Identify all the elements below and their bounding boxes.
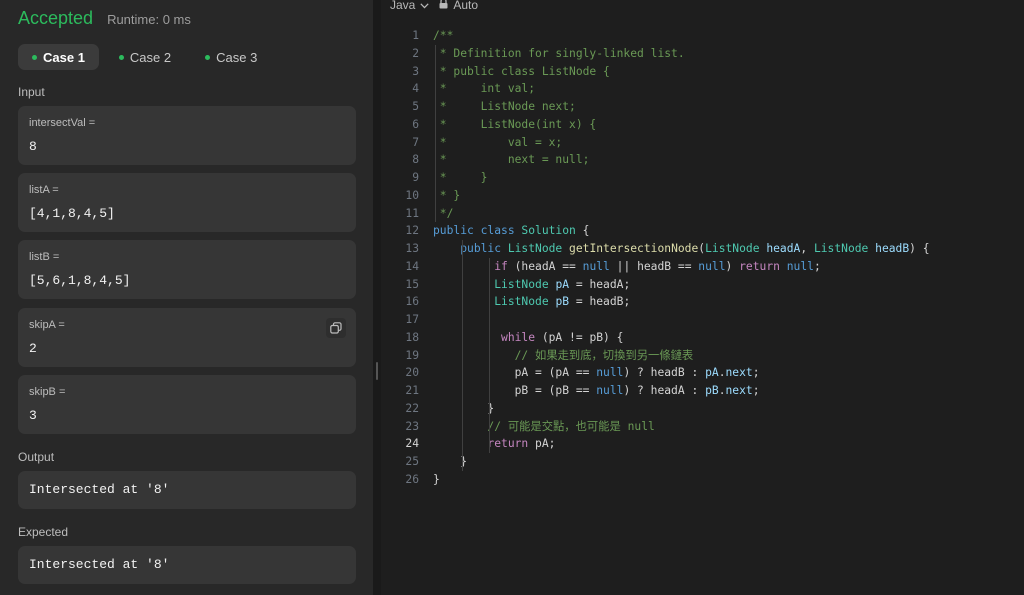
panel-resize-handle[interactable] [373, 0, 381, 595]
line-code: * int val; [433, 82, 536, 96]
param-value[interactable]: 2 [29, 341, 37, 356]
tab-label: Case 1 [43, 49, 85, 65]
case-tabs: Case 1 Case 2 Case 3 [18, 44, 271, 70]
pass-dot-icon [32, 54, 37, 60]
tab-label: Case 3 [216, 49, 258, 65]
copy-icon[interactable] [326, 318, 346, 338]
line-number: 10 [405, 188, 419, 202]
indent-guide [435, 44, 436, 223]
code-editor[interactable]: Java Auto 1 /** 2 * Definition for singly-… [381, 0, 1024, 595]
tab-case-1[interactable]: Case 1 [18, 44, 99, 70]
drag-grip-icon [376, 362, 378, 380]
param-name: skipB = [29, 386, 66, 398]
chevron-down-icon [420, 0, 429, 12]
line-number: 25 [405, 455, 419, 468]
line-number: 8 [412, 153, 419, 167]
line-code: * public class ListNode { [433, 64, 610, 78]
line-number: 16 [405, 295, 419, 309]
line-number: 17 [405, 313, 419, 326]
param-name: skipA = [29, 319, 65, 331]
line-number: 3 [412, 64, 419, 78]
param-name: listA = [29, 184, 59, 196]
output-card: Intersected at '8' [18, 471, 356, 509]
lock-icon [439, 0, 448, 12]
line-code: */ [433, 206, 454, 220]
line-number: 19 [405, 348, 419, 362]
line-number: 4 [412, 82, 419, 96]
line-code: return pA; [487, 437, 556, 451]
line-number: 15 [405, 277, 419, 291]
line-number: 12 [405, 224, 419, 238]
line-code: * next = null; [433, 153, 590, 167]
result-header: Accepted Runtime: 0 ms [18, 8, 191, 29]
line-code: public ListNode getIntersectionNode(List… [460, 242, 930, 255]
param-card-intersectval: intersectVal = 8 [18, 106, 356, 165]
line-number: 24 [405, 437, 419, 451]
param-value[interactable]: [4,1,8,4,5] [29, 206, 115, 221]
param-card-lista: listA = [4,1,8,4,5] [18, 173, 356, 232]
pass-dot-icon [118, 54, 124, 60]
line-code: public class Solution { [433, 224, 590, 238]
line-number: 21 [405, 384, 419, 397]
line-code: } [433, 472, 440, 486]
line-number: 6 [412, 117, 419, 131]
mode-label: Auto [453, 0, 479, 12]
line-code: * ListNode next; [433, 100, 576, 113]
pass-dot-icon [205, 54, 211, 60]
line-code: // 如果走到底，切換到另一條鏈表 [514, 348, 694, 362]
line-code: if (headA == null || headB == null) retu… [494, 259, 821, 273]
param-card-listb: listB = [5,6,1,8,4,5] [18, 240, 356, 299]
indent-guide [489, 257, 490, 453]
param-card-skipb: skipB = 3 [18, 375, 356, 434]
line-code: * ListNode(int x) { [433, 117, 597, 131]
line-code: * Definition for singly-linked list. [433, 46, 685, 60]
input-label: Input [18, 85, 45, 99]
line-number: 22 [405, 401, 419, 415]
line-number: 11 [405, 206, 419, 220]
line-number: 7 [412, 135, 419, 149]
line-number: 2 [412, 46, 419, 60]
param-name: listB = [29, 251, 60, 263]
line-code: * } [433, 188, 461, 202]
runtime-text: Runtime: 0 ms [107, 12, 191, 27]
testcase-panel: Accepted Runtime: 0 ms Case 1 Case 2 Cas… [0, 0, 373, 595]
param-name: intersectVal = [29, 117, 96, 129]
auto-mode-toggle[interactable]: Auto [439, 0, 478, 12]
param-value[interactable]: 8 [29, 139, 37, 154]
line-number: 1 [412, 29, 419, 42]
line-code: pA = (pA == null) ? headB : pA.next; [433, 366, 760, 380]
tab-case-3[interactable]: Case 3 [191, 44, 271, 70]
line-number: 13 [405, 242, 419, 255]
result-status: Accepted [18, 8, 94, 28]
line-number: 9 [412, 171, 419, 184]
line-number: 18 [405, 330, 419, 344]
line-number: 23 [405, 419, 419, 433]
line-number: 26 [405, 472, 419, 486]
tab-case-2[interactable]: Case 2 [105, 44, 185, 70]
line-code: * } [433, 171, 488, 184]
language-select[interactable]: Java [390, 0, 429, 12]
expected-label: Expected [18, 525, 69, 539]
output-value: Intersected at '8' [29, 482, 170, 497]
line-number: 14 [405, 259, 419, 273]
line-code: } [433, 401, 495, 415]
param-value[interactable]: [5,6,1,8,4,5] [29, 273, 130, 288]
line-code: // 可能是交點，也可能是 null [487, 419, 655, 433]
editor-toolbar: Java Auto [390, 0, 478, 12]
expected-card: Intersected at '8' [18, 546, 356, 584]
line-code: /** [433, 29, 454, 42]
indent-guide [462, 240, 463, 471]
tab-label: Case 2 [129, 49, 172, 65]
expected-value: Intersected at '8' [29, 557, 170, 572]
param-value[interactable]: 3 [29, 408, 37, 423]
line-number: 5 [412, 100, 419, 113]
param-card-skipa: skipA = 2 [18, 308, 356, 367]
line-number: 20 [405, 366, 419, 380]
output-label: Output [18, 450, 55, 464]
language-label: Java [390, 0, 416, 12]
line-code: pB = (pB == null) ? headA : pB.next; [433, 384, 760, 397]
line-code: * val = x; [433, 135, 563, 149]
